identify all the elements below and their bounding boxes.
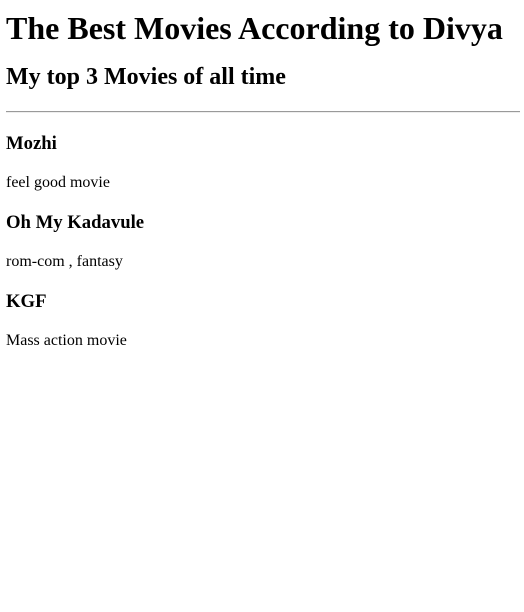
page-title: The Best Movies According to Divya: [6, 10, 503, 46]
movie-item-2: Oh My Kadavule rom-com , fantasy: [6, 212, 518, 271]
movie-description: feel good movie: [6, 174, 110, 191]
movie-list: Mozhi feel good movie Oh My Kadavule rom…: [6, 133, 518, 350]
movie-title: Oh My Kadavule: [6, 212, 145, 233]
page-subtitle: My top 3 Movies of all time: [6, 64, 286, 90]
movie-title: Mozhi: [6, 133, 57, 154]
movie-description: Mass action movie: [6, 332, 127, 349]
movie-description: rom-com , fantasy: [6, 253, 123, 270]
divider: [6, 111, 520, 113]
movie-item-1: Mozhi feel good movie: [6, 133, 518, 192]
movie-item-3: KGF Mass action movie: [6, 291, 518, 350]
movie-title: KGF: [6, 291, 47, 312]
